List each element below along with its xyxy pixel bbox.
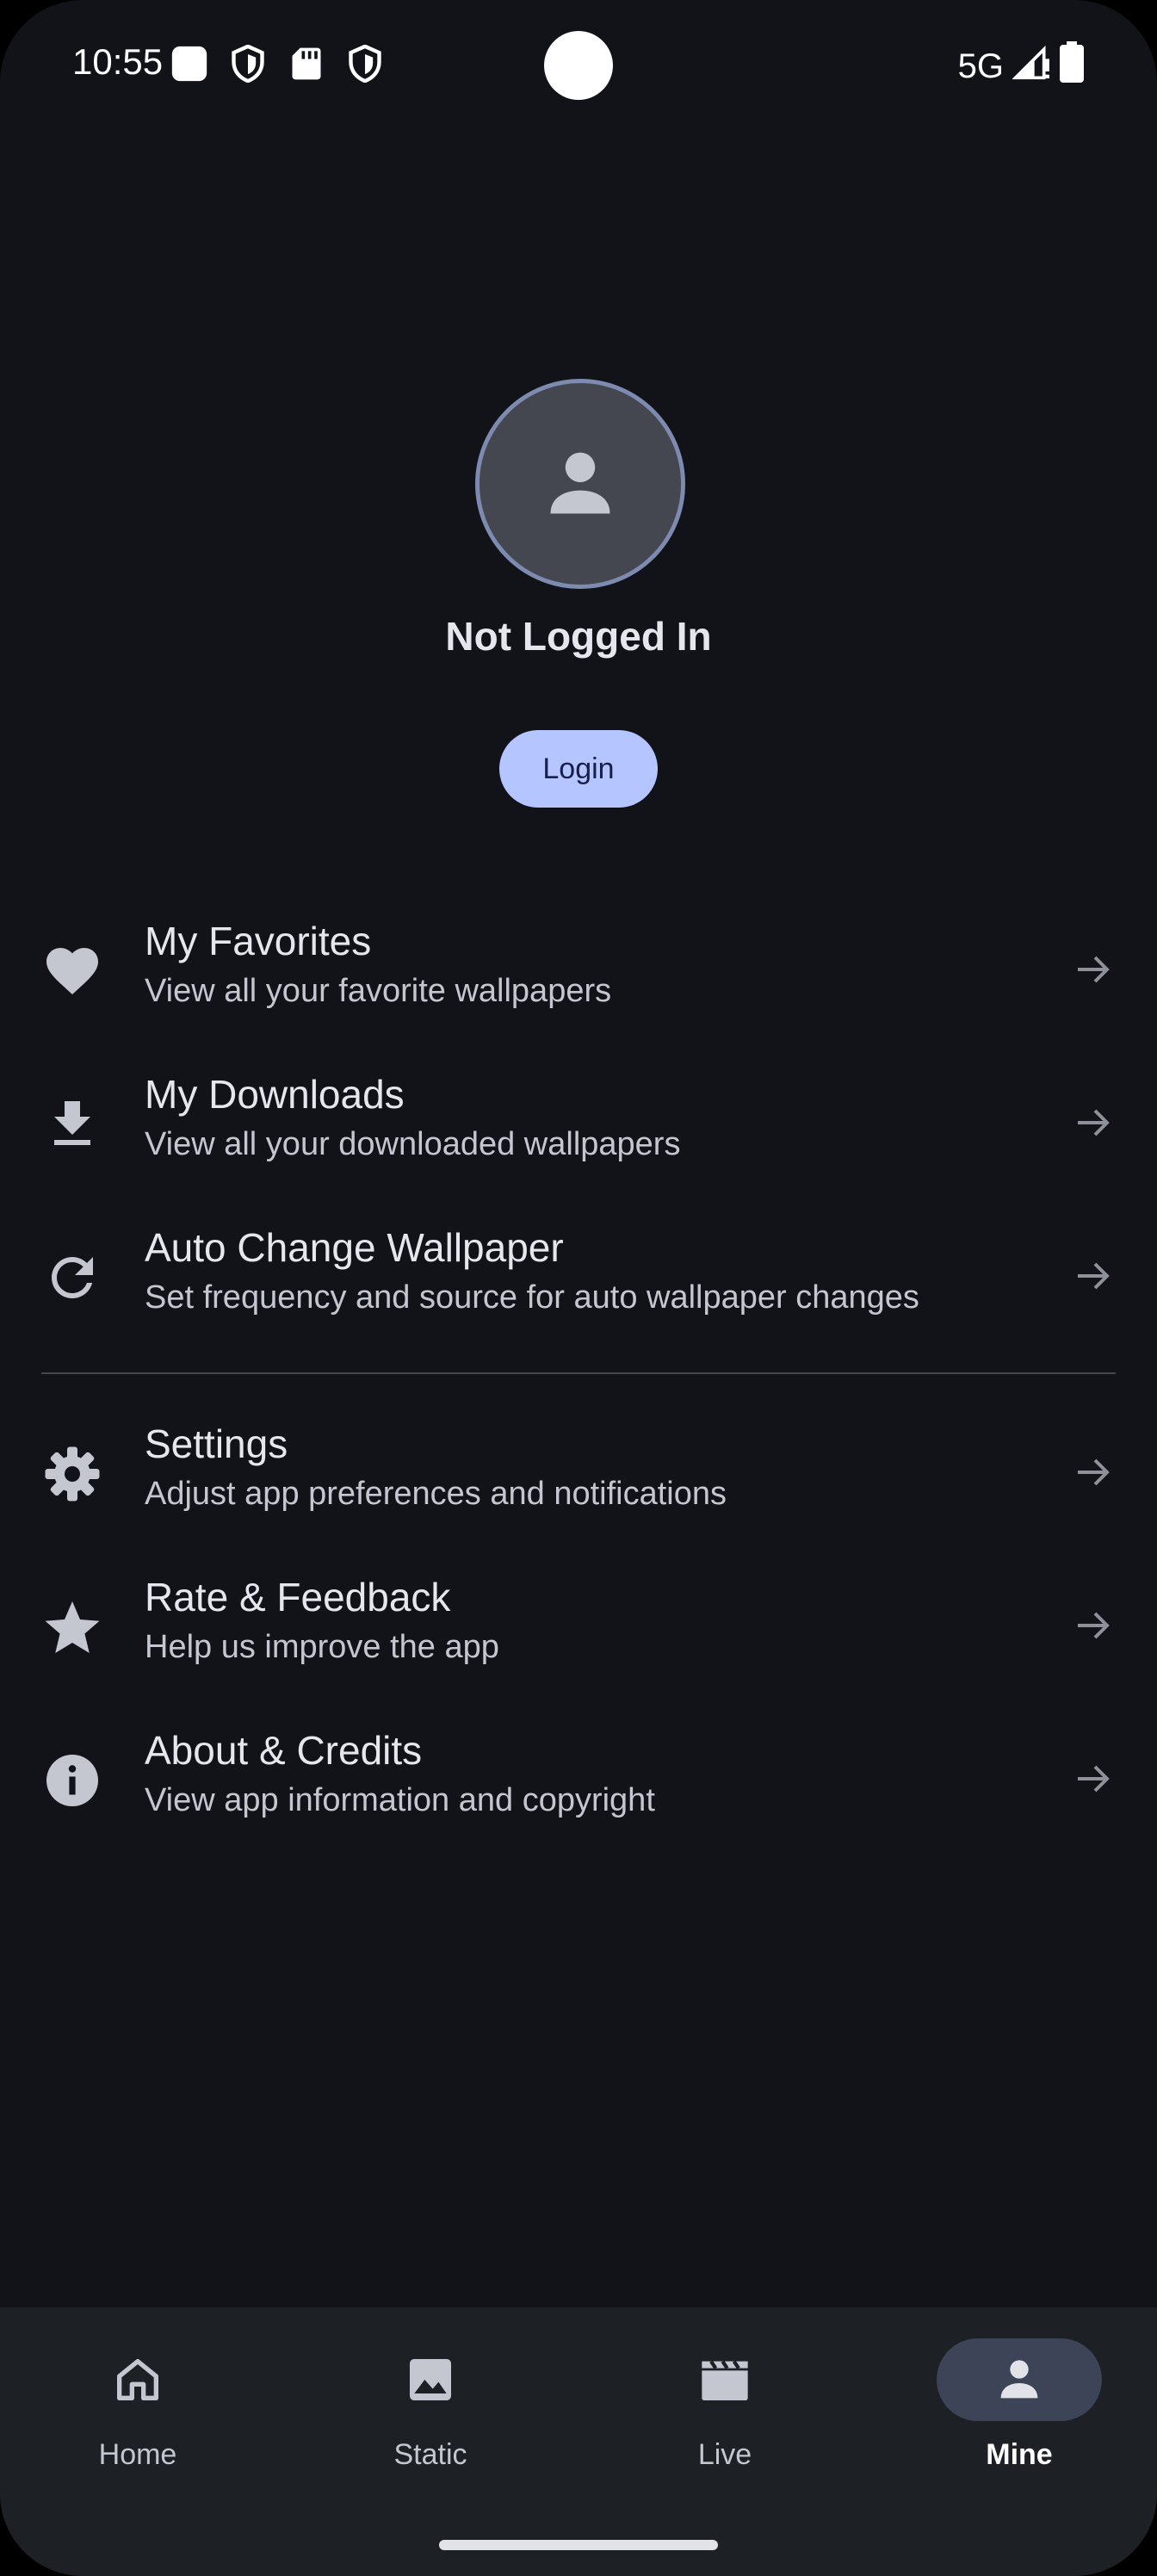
star-icon [45, 1601, 100, 1653]
menu-item-subtitle: Set frequency and source for auto wallpa… [145, 1279, 919, 1316]
avatar[interactable] [475, 379, 685, 589]
menu-item-subtitle: View app information and copyright [145, 1782, 655, 1818]
nav-item-home[interactable]: Home [0, 2338, 289, 2511]
clapperboard-icon [702, 2360, 748, 2400]
gear-icon [45, 1446, 100, 1502]
menu-item-favorites[interactable]: My Favorites View all your favorite wall… [0, 892, 1157, 1045]
nav-pill [55, 2338, 220, 2421]
menu-item-subtitle: Adjust app preferences and notifications [145, 1476, 727, 1512]
nav-label: Live [697, 2438, 752, 2471]
notification-icons [170, 44, 384, 84]
menu-item-title: Auto Change Wallpaper [145, 1225, 564, 1270]
nav-item-live[interactable]: Live [587, 2338, 876, 2511]
profile-name: Not Logged In [445, 614, 712, 659]
screen: 10:55 5G Not Logged In Login My Favorite… [0, 0, 1157, 2576]
nav-pill-active [937, 2338, 1102, 2421]
menu-item-settings[interactable]: Settings Adjust app preferences and noti… [0, 1395, 1157, 1548]
nav-pill [642, 2338, 807, 2421]
menu-item-auto-change[interactable]: Auto Change Wallpaper Set frequency and … [0, 1198, 1157, 1352]
download-icon [54, 1101, 90, 1145]
heart-icon [46, 948, 98, 994]
notification-square-icon [170, 45, 208, 83]
nav-pill [348, 2338, 513, 2421]
network-type: 5G [957, 46, 1004, 85]
nav-item-mine[interactable]: Mine [882, 2338, 1157, 2511]
menu-item-title: Settings [145, 1421, 288, 1466]
camera-cutout [544, 31, 613, 100]
menu-item-about-credits[interactable]: About & Credits View app information and… [0, 1701, 1157, 1855]
shield-icon-2 [346, 44, 384, 84]
signal-icon [1012, 43, 1050, 90]
home-icon [117, 2359, 158, 2400]
arrow-right-icon [1078, 1765, 1110, 1793]
arrow-right-icon [1078, 1612, 1110, 1639]
shield-icon [229, 44, 267, 84]
menu-item-rate-feedback[interactable]: Rate & Feedback Help us improve the app [0, 1548, 1157, 1701]
menu-item-title: My Favorites [145, 919, 372, 963]
arrow-right-icon [1078, 956, 1110, 983]
arrow-right-icon [1078, 1262, 1110, 1290]
nav-label: Static [393, 2438, 467, 2471]
menu-item-subtitle: Help us improve the app [145, 1629, 499, 1665]
bottom-navigation: Home Static Live Mine [0, 2307, 1157, 2576]
menu-item-downloads[interactable]: My Downloads View all your downloaded wa… [0, 1045, 1157, 1198]
nav-label: Mine [986, 2438, 1053, 2471]
person-icon [1000, 2360, 1038, 2399]
menu-item-subtitle: View all your downloaded wallpapers [145, 1126, 681, 1162]
menu-item-subtitle: View all your favorite wallpapers [145, 973, 612, 1009]
home-indicator[interactable] [439, 2540, 718, 2550]
menu-item-title: About & Credits [145, 1728, 423, 1773]
nav-item-static[interactable]: Static [293, 2338, 582, 2511]
battery-icon [1059, 41, 1085, 91]
person-icon [550, 452, 610, 514]
image-icon [410, 2359, 451, 2400]
sd-card-icon [288, 45, 325, 83]
status-bar: 10:55 5G [0, 0, 1157, 129]
refresh-icon [52, 1257, 93, 1298]
system-status: 5G [958, 41, 1085, 91]
info-icon [46, 1755, 98, 1806]
section-divider [41, 1372, 1116, 1374]
nav-label: Home [98, 2438, 177, 2471]
status-time: 10:55 [72, 41, 164, 82]
menu-item-title: My Downloads [145, 1072, 405, 1117]
menu-item-title: Rate & Feedback [145, 1575, 451, 1619]
arrow-right-icon [1078, 1458, 1110, 1486]
login-button[interactable]: Login [499, 730, 658, 808]
arrow-right-icon [1078, 1109, 1110, 1136]
